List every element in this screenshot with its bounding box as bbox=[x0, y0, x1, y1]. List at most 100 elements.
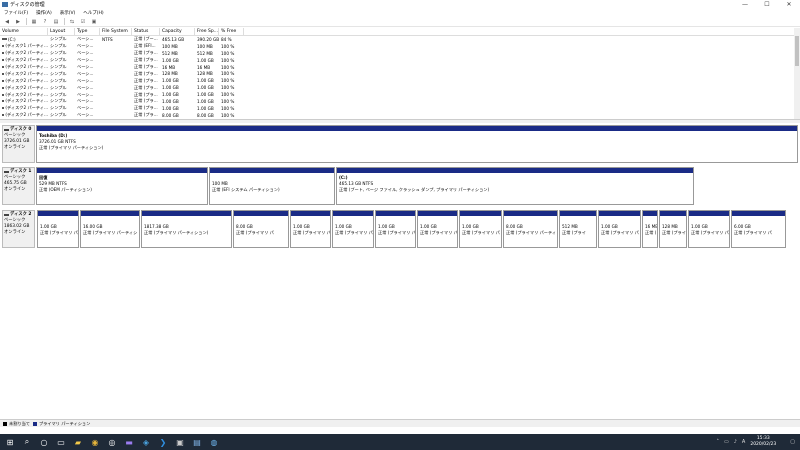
table-row[interactable]: (ディスク2 パーティ... シンプル ベーシ... 正常 (プラ... 8.00 GB… bbox=[0, 112, 794, 119]
network-icon[interactable]: ▭ bbox=[724, 439, 729, 445]
back-icon[interactable]: ◀ bbox=[3, 18, 11, 25]
disk-label-0[interactable]: ディスク 0 ベーシック 3726.01 GB オンライン bbox=[2, 125, 35, 163]
minimize-icon[interactable]: — bbox=[734, 0, 756, 9]
notification-icon[interactable]: ▢ bbox=[790, 439, 795, 445]
disk-label-1[interactable]: ディスク 1 ベーシック 465.75 GB オンライン bbox=[2, 167, 35, 205]
menu-action[interactable]: 操作(A) bbox=[36, 10, 52, 16]
table-row[interactable]: (ディスク2 パーティ... シンプル ベーシ... 正常 (プラ... 1.00 GB… bbox=[0, 98, 794, 105]
list-icon[interactable]: ▣ bbox=[90, 18, 98, 25]
partition[interactable]: 1.00 GB 正常 (プライマリ パ bbox=[417, 210, 458, 248]
column-capacity[interactable]: Capacity bbox=[160, 28, 195, 35]
disk-label-2[interactable]: ディスク 2 ベーシック 1863.02 GB オンライン bbox=[2, 210, 35, 248]
ime-icon[interactable]: A bbox=[742, 439, 745, 445]
table-cell bbox=[100, 64, 132, 71]
column-volume[interactable]: Volume bbox=[0, 28, 48, 35]
partition[interactable]: Toshiba (D:) 3726.01 GB NTFS 正常 (プライマリ パ… bbox=[36, 125, 798, 163]
table-row[interactable]: (ディスク2 パーティ... シンプル ベーシ... 正常 (プラ... 1.00 GB… bbox=[0, 91, 794, 98]
partition[interactable]: 1.00 GB 正常 (プライマリ パ bbox=[598, 210, 641, 248]
forward-icon[interactable]: ▶ bbox=[14, 18, 22, 25]
disk-icon bbox=[4, 128, 9, 132]
partition[interactable]: 128 MB 正常 (プライ bbox=[659, 210, 687, 248]
table-row[interactable]: (ディスク2 パーティ... シンプル ベーシ... 正常 (プラ... 128 MB 1… bbox=[0, 70, 794, 77]
column-type[interactable]: Type bbox=[75, 28, 100, 35]
partition-status: 正常 (プライマリ パ bbox=[420, 230, 457, 235]
cell-text: 1.00 GB bbox=[162, 105, 179, 111]
show-hide-tree-icon[interactable]: ▦ bbox=[30, 18, 38, 25]
app-icon[interactable]: ◈ bbox=[140, 436, 152, 448]
column-file-system[interactable]: File System bbox=[100, 28, 132, 35]
table-cell: 100 % bbox=[219, 98, 244, 105]
table-row[interactable]: (ディスク2 パーティ... シンプル ベーシ... 正常 (プラ... 16 MB 16… bbox=[0, 64, 794, 71]
table-cell bbox=[100, 98, 132, 105]
table-row[interactable]: (ディスク2 パーティ... シンプル ベーシ... 正常 (プラ... 1.00 GB… bbox=[0, 57, 794, 64]
partition[interactable]: 1.00 GB 正常 (プライマリ パ bbox=[459, 210, 502, 248]
partition[interactable]: 100 MB 正常 (EFI システム パーティション) bbox=[209, 167, 335, 205]
table-row[interactable]: (C:) シンプル ベーシ... NTFS 正常 (ブー... 465.13 GB 390.… bbox=[0, 36, 794, 43]
app-icon[interactable]: ◎ bbox=[106, 436, 118, 448]
column-layout[interactable]: Layout bbox=[48, 28, 75, 35]
scrollbar-thumb[interactable] bbox=[795, 36, 799, 66]
partition[interactable]: (C:) 465.13 GB NTFS 正常 (ブート, ページ ファイル, ク… bbox=[336, 167, 694, 205]
partition[interactable]: 1.00 GB 正常 (プライマリ パ bbox=[332, 210, 374, 248]
chevron-up-icon[interactable]: ˄ bbox=[716, 439, 719, 445]
check-icon[interactable]: ☑ bbox=[79, 18, 87, 25]
partition[interactable]: 1.00 GB 正常 (プライマリ パ bbox=[688, 210, 730, 248]
terminal-icon[interactable]: ▣ bbox=[174, 436, 186, 448]
table-cell: 128 MB bbox=[160, 70, 195, 77]
menu-view[interactable]: 表示(V) bbox=[60, 10, 76, 16]
partition[interactable]: 1.00 GB 正常 (プライマリ パ bbox=[37, 210, 79, 248]
table-cell: シンプル bbox=[48, 98, 75, 105]
partition[interactable]: 1.00 GB 正常 (プライマリ パ bbox=[290, 210, 331, 248]
help-icon[interactable]: ? bbox=[41, 18, 49, 25]
properties-icon[interactable]: ▤ bbox=[52, 18, 60, 25]
maximize-icon[interactable]: ☐ bbox=[756, 0, 778, 9]
chrome-icon[interactable]: ◉ bbox=[89, 436, 101, 448]
partition[interactable]: 16.00 GB 正常 (プライマリ パーティシ bbox=[80, 210, 140, 248]
app-icon[interactable]: ▬ bbox=[123, 436, 135, 448]
menu-file[interactable]: ファイル(F) bbox=[4, 10, 28, 16]
drive-icon bbox=[2, 100, 5, 103]
table-row[interactable]: (ディスク1 パーティ... シンプル ベーシ... 正常 (EFI... 100 MB… bbox=[0, 43, 794, 50]
partition-status: 正常 (プライマリ パ bbox=[293, 230, 330, 235]
column-free-space[interactable]: Free Sp... bbox=[195, 28, 219, 35]
table-row[interactable]: (ディスク2 パーティ... シンプル ベーシ... 正常 (プラ... 512 MB 5… bbox=[0, 50, 794, 57]
connect-icon[interactable]: ⇆ bbox=[68, 18, 76, 25]
cell-text: 1.00 GB bbox=[197, 92, 214, 98]
table-cell: 1.00 GB bbox=[160, 98, 195, 105]
partition[interactable]: 回復 529 MB NTFS 正常 (OEM パーティション) bbox=[36, 167, 208, 205]
column-status[interactable]: Status bbox=[132, 28, 160, 35]
cell-text: 正常 (プラ... bbox=[134, 57, 158, 63]
disk-management-icon[interactable]: ▤ bbox=[191, 436, 203, 448]
partition[interactable]: 1817.38 GB 正常 (プライマリ パーティション) bbox=[141, 210, 232, 248]
clock[interactable]: 15:33 2020/02/23 bbox=[750, 436, 776, 448]
table-cell: 1.00 GB bbox=[195, 105, 219, 112]
close-icon[interactable]: ✕ bbox=[778, 0, 800, 9]
task-view-icon[interactable]: ○ bbox=[38, 436, 50, 448]
explorer-icon[interactable]: ▰ bbox=[72, 436, 84, 448]
partition[interactable]: 8.00 GB 正常 (プライマリ パーティ bbox=[503, 210, 558, 248]
task-view-icon[interactable]: ▭ bbox=[55, 436, 67, 448]
partition[interactable]: 6.00 GB 正常 (プライマリ パ bbox=[731, 210, 786, 248]
partition[interactable]: 8.00 GB 正常 (プライマリ パ bbox=[233, 210, 289, 248]
table-row[interactable]: (ディスク2 パーティ... シンプル ベーシ... 正常 (プラ... 1.00 GB… bbox=[0, 77, 794, 84]
partition[interactable]: 1.00 GB 正常 (プライマリ パ bbox=[375, 210, 416, 248]
vscode-icon[interactable]: ❯ bbox=[157, 436, 169, 448]
volume-list-scrollbar[interactable] bbox=[794, 28, 800, 119]
partition[interactable]: 512 MB 正常 (プライ bbox=[559, 210, 597, 248]
table-cell: シンプル bbox=[48, 84, 75, 91]
menu-help[interactable]: ヘルプ(H) bbox=[83, 10, 103, 16]
cell-text: (ディスク2 パーティ... bbox=[5, 112, 48, 118]
app-icon[interactable]: ◍ bbox=[208, 436, 220, 448]
table-row[interactable]: (ディスク2 パーティ... シンプル ベーシ... 正常 (プラ... 1.00 GB… bbox=[0, 84, 794, 91]
partition[interactable]: 16 MB 正常 ( bbox=[642, 210, 658, 248]
cell-text: シンプル bbox=[50, 77, 67, 83]
cell-text: 100 MB bbox=[197, 43, 213, 49]
partition-status: 正常 (プライマリ パ bbox=[378, 230, 415, 235]
cell-text: 正常 (プラ... bbox=[134, 70, 158, 76]
search-icon[interactable]: ⌕ bbox=[21, 436, 33, 448]
windows-icon[interactable]: ⊞ bbox=[4, 436, 16, 448]
column-percent-free[interactable]: % Free bbox=[219, 28, 244, 35]
volume-icon[interactable]: ♪ bbox=[734, 439, 737, 445]
cell-text: 8.00 GB bbox=[162, 112, 179, 118]
table-row[interactable]: (ディスク2 パーティ... シンプル ベーシ... 正常 (プラ... 1.00 GB… bbox=[0, 105, 794, 112]
